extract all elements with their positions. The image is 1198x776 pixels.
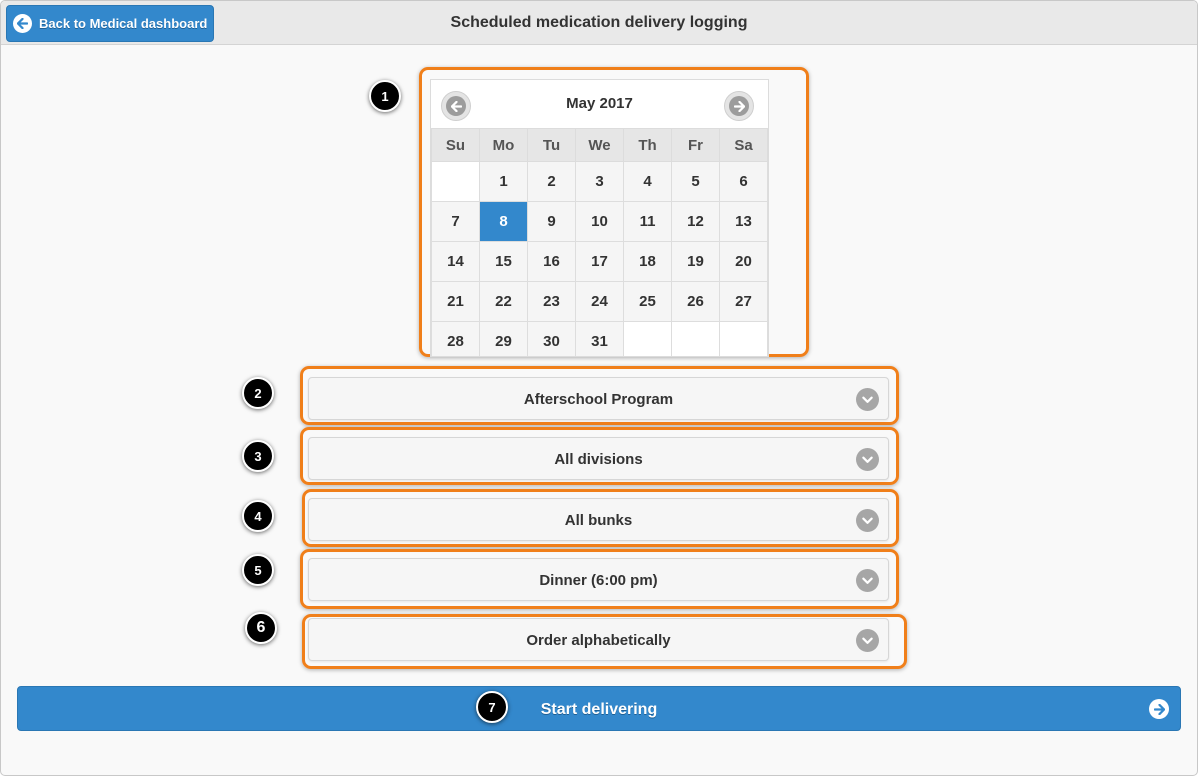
back-to-dashboard-button[interactable]: Back to Medical dashboard xyxy=(6,5,214,42)
calendar-day[interactable]: 5 xyxy=(671,161,720,202)
bunk-select[interactable]: All bunks xyxy=(308,498,889,541)
calendar-week-row: 14 15 16 17 18 19 20 xyxy=(431,241,768,282)
bunk-select-value: All bunks xyxy=(564,512,633,529)
calendar-day[interactable]: 21 xyxy=(431,281,480,322)
arrow-left-icon xyxy=(446,96,466,116)
calendar-day[interactable]: 28 xyxy=(431,321,480,356)
chevron-down-icon xyxy=(856,509,879,532)
annotation-badge: 6 xyxy=(245,612,277,644)
order-select-value: Order alphabetically xyxy=(526,632,671,649)
calendar-empty-cell xyxy=(719,321,768,356)
calendar-grid: Su Mo Tu We Th Fr Sa 1 2 3 4 5 6 7 8 9 10 11 12 13 14… xyxy=(431,128,768,356)
calendar-day[interactable]: 13 xyxy=(719,201,768,242)
calendar-day[interactable]: 10 xyxy=(575,201,624,242)
calendar-day[interactable]: 31 xyxy=(575,321,624,356)
header-bar: Scheduled medication delivery logging Ba… xyxy=(1,1,1197,45)
annotation-badge: 7 xyxy=(476,691,508,723)
annotation-badge: 1 xyxy=(369,80,401,112)
calendar-day[interactable]: 16 xyxy=(527,241,576,282)
division-select[interactable]: All divisions xyxy=(308,437,889,480)
calendar-day[interactable]: 11 xyxy=(623,201,672,242)
calendar-day[interactable]: 12 xyxy=(671,201,720,242)
arrow-right-icon xyxy=(1149,699,1169,719)
calendar-day[interactable]: 22 xyxy=(479,281,528,322)
calendar-day[interactable]: 1 xyxy=(479,161,528,202)
meal-time-select-value: Dinner (6:00 pm) xyxy=(539,572,658,589)
app-frame: Scheduled medication delivery logging Ba… xyxy=(0,0,1198,776)
weekday-label: Th xyxy=(623,128,672,162)
weekday-label: Su xyxy=(431,128,480,162)
arrow-right-icon xyxy=(729,96,749,116)
calendar-empty-cell xyxy=(671,321,720,356)
calendar-day[interactable]: 18 xyxy=(623,241,672,282)
calendar-header: May 2017 xyxy=(431,80,768,128)
calendar-day[interactable]: 25 xyxy=(623,281,672,322)
meal-time-select[interactable]: Dinner (6:00 pm) xyxy=(308,558,889,601)
weekday-label: Sa xyxy=(719,128,768,162)
annotation-badge: 2 xyxy=(242,377,274,409)
next-month-button[interactable] xyxy=(724,91,754,121)
annotation-badge: 5 xyxy=(242,554,274,586)
calendar-day[interactable]: 27 xyxy=(719,281,768,322)
calendar-day[interactable]: 24 xyxy=(575,281,624,322)
date-picker-calendar: May 2017 Su Mo Tu We Th Fr Sa 1 2 3 4 5 … xyxy=(430,79,769,357)
calendar-day[interactable]: 30 xyxy=(527,321,576,356)
calendar-day[interactable]: 2 xyxy=(527,161,576,202)
chevron-down-icon xyxy=(856,569,879,592)
calendar-day[interactable]: 23 xyxy=(527,281,576,322)
chevron-down-icon xyxy=(856,629,879,652)
calendar-day[interactable]: 6 xyxy=(719,161,768,202)
calendar-week-row: 7 8 9 10 11 12 13 xyxy=(431,201,768,242)
annotation-badge: 3 xyxy=(242,440,274,472)
chevron-down-icon xyxy=(856,448,879,471)
calendar-day[interactable]: 17 xyxy=(575,241,624,282)
start-delivering-button[interactable]: Start delivering xyxy=(17,686,1181,731)
annotation-badge: 4 xyxy=(242,500,274,532)
back-button-label: Back to Medical dashboard xyxy=(39,16,208,31)
calendar-day[interactable]: 4 xyxy=(623,161,672,202)
previous-month-button[interactable] xyxy=(441,91,471,121)
chevron-down-icon xyxy=(856,388,879,411)
weekday-header-row: Su Mo Tu We Th Fr Sa xyxy=(431,128,768,162)
calendar-week-row: 123456 xyxy=(431,161,768,202)
calendar-day[interactable]: 29 xyxy=(479,321,528,356)
weekday-label: Fr xyxy=(671,128,720,162)
weekday-label: Tu xyxy=(527,128,576,162)
calendar-day[interactable]: 15 xyxy=(479,241,528,282)
calendar-day[interactable]: 14 xyxy=(431,241,480,282)
calendar-week-row: 28 29 30 31 xyxy=(431,321,768,356)
order-select[interactable]: Order alphabetically xyxy=(308,618,889,661)
calendar-day[interactable]: 19 xyxy=(671,241,720,282)
calendar-week-row: 21 22 23 24 25 26 27 xyxy=(431,281,768,322)
calendar-day[interactable]: 26 xyxy=(671,281,720,322)
division-select-value: All divisions xyxy=(554,451,643,468)
calendar-empty-cell xyxy=(431,161,480,202)
calendar-day-selected[interactable]: 8 xyxy=(479,201,528,242)
calendar-day[interactable]: 9 xyxy=(527,201,576,242)
calendar-day[interactable]: 7 xyxy=(431,201,480,242)
weekday-label: We xyxy=(575,128,624,162)
calendar-month-label: May 2017 xyxy=(566,95,633,112)
program-select-value: Afterschool Program xyxy=(523,391,674,408)
arrow-left-icon xyxy=(13,14,32,33)
calendar-empty-cell xyxy=(623,321,672,356)
program-select[interactable]: Afterschool Program xyxy=(308,377,889,420)
calendar-day[interactable]: 20 xyxy=(719,241,768,282)
weekday-label: Mo xyxy=(479,128,528,162)
calendar-day[interactable]: 3 xyxy=(575,161,624,202)
start-delivering-label: Start delivering xyxy=(540,701,658,718)
